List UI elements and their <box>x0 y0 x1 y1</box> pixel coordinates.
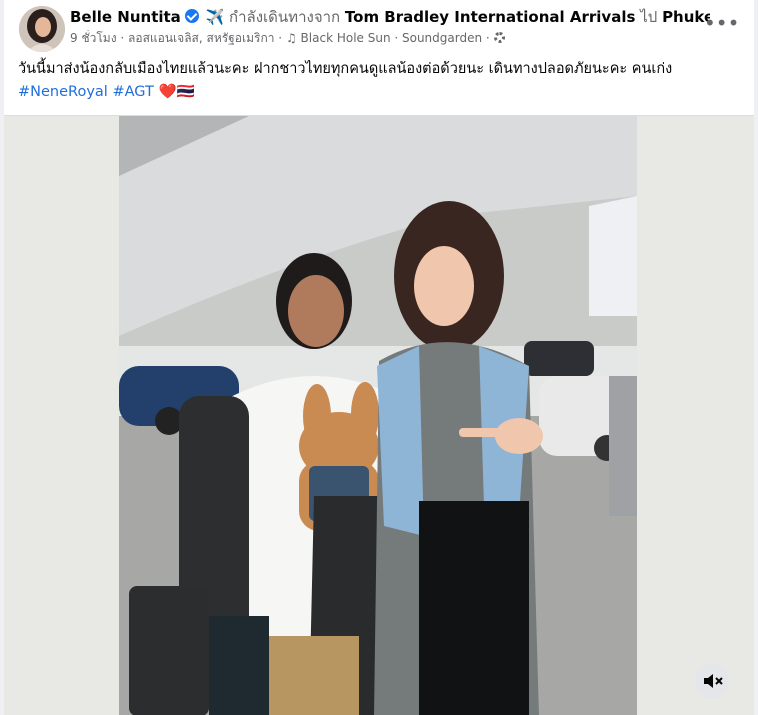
post-card: Belle Nuntita ✈️ กำลังเดินทางจาก Tom Bra… <box>4 0 754 715</box>
separator: · <box>485 31 490 45</box>
post-media[interactable] <box>4 115 754 715</box>
hashtag-link[interactable]: #NeneRoyal <box>18 84 108 100</box>
gear-icon[interactable] <box>493 32 505 43</box>
from-place-link[interactable]: Tom Bradley International Arrivals <box>345 8 636 26</box>
author-name[interactable]: Belle Nuntita <box>70 8 181 26</box>
post-time[interactable]: 9 ชั่วโมง <box>70 31 117 45</box>
activity-prefix: ✈️ กำลังเดินทางจาก <box>205 8 341 26</box>
more-dots-icon: ••• <box>704 11 740 35</box>
separator: · <box>278 31 283 45</box>
photo-illustration <box>119 116 637 715</box>
post-location[interactable]: ลอสแอนเจลิส, สหรัฐอเมริกา <box>128 31 274 45</box>
post-caption: วันนี้มาส่งน้องกลับเมืองไทยแล้วนะคะ ฝากช… <box>18 58 748 104</box>
to-word: ไป <box>640 8 658 26</box>
speaker-muted-icon <box>704 674 723 688</box>
avatar-image <box>19 6 65 52</box>
to-place-link[interactable]: Phuket T... <box>662 8 710 26</box>
post-header-title: Belle Nuntita ✈️ กำลังเดินทางจาก Tom Bra… <box>70 6 710 28</box>
more-options-button[interactable]: ••• <box>704 12 739 38</box>
post-meta: 9 ชั่วโมง · ลอสแอนเจลิส, สหรัฐอเมริกา · … <box>70 30 690 46</box>
hashtag-link[interactable]: #AGT <box>112 84 153 100</box>
post-music[interactable]: Black Hole Sun · Soundgarden <box>301 31 483 45</box>
caption-emoji: ❤️🇹🇭 <box>158 84 195 100</box>
separator: · <box>120 31 125 45</box>
mute-button[interactable] <box>695 664 729 698</box>
post-photo[interactable] <box>119 116 637 715</box>
verified-badge-icon <box>184 9 199 23</box>
author-avatar[interactable] <box>19 6 65 52</box>
caption-text: วันนี้มาส่งน้องกลับเมืองไทยแล้วนะคะ ฝากช… <box>18 61 673 77</box>
music-note-icon: ♫ <box>285 31 297 45</box>
